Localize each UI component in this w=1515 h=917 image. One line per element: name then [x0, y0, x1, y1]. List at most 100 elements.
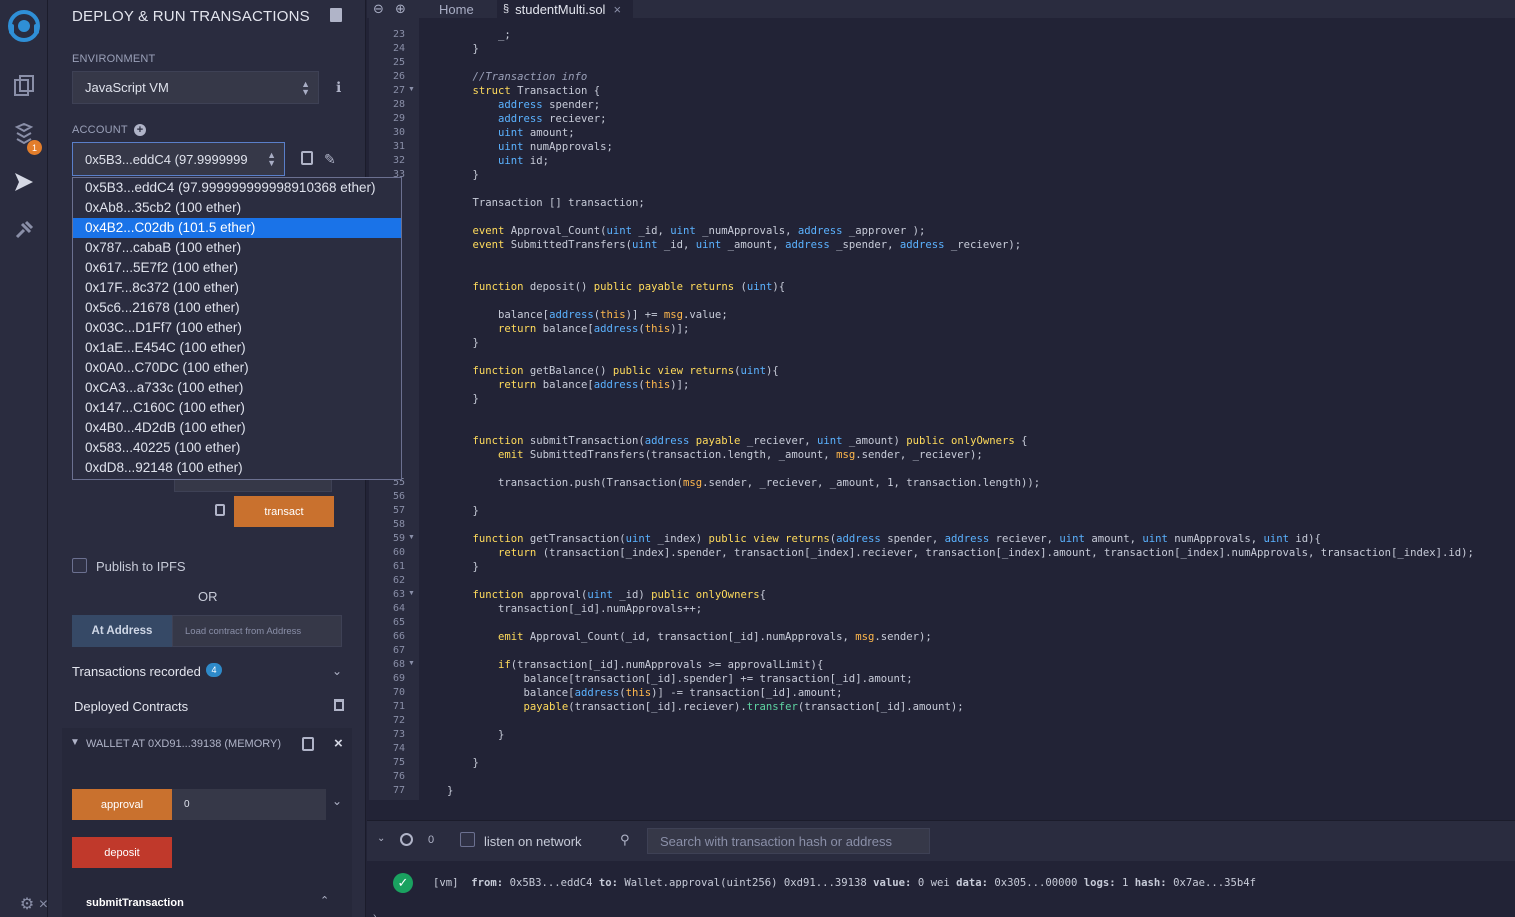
search-tx-input[interactable]: Search with transaction hash or address: [647, 828, 930, 854]
log-data-label: data:: [956, 877, 989, 889]
account-option[interactable]: 0x5c6...21678 (100 ether): [73, 298, 401, 318]
code-line: function deposit() public payable return…: [472, 281, 786, 293]
close-tab-icon[interactable]: ×: [613, 2, 621, 17]
line-number: 73: [392, 729, 405, 740]
line-number: 58: [392, 519, 405, 530]
file-tab-label: studentMulti.sol: [515, 1, 606, 17]
value-input[interactable]: [174, 480, 332, 492]
account-option[interactable]: 0x787...cabaB (100 ether): [73, 238, 401, 258]
log-hash: 0x7ae...35b4f: [1173, 877, 1256, 889]
account-option[interactable]: 0x1aE...E454C (100 ether): [73, 338, 401, 358]
trash-icon[interactable]: [334, 699, 344, 711]
code-line: balance[transaction[_id].spender] += tra…: [447, 673, 913, 685]
account-option[interactable]: 0x03C...D1Ff7 (100 ether): [73, 318, 401, 338]
environment-select[interactable]: JavaScript VM ▲ ▼: [72, 71, 319, 104]
instance-title[interactable]: WALLET AT 0XD91...39138 (MEMORY): [86, 738, 281, 750]
account-option[interactable]: 0xAb8...35cb2 (100 ether): [73, 198, 401, 218]
chevron-down-icon[interactable]: ⌄: [332, 664, 342, 678]
copy-instance-address-icon[interactable]: [302, 737, 314, 751]
line-number: 57: [392, 505, 405, 516]
at-address-input[interactable]: Load contract from Address: [172, 615, 342, 647]
file-explorer-icon[interactable]: [10, 72, 38, 100]
account-dropdown-list: 0x5B3...eddC4 (97.999999999998910368 eth…: [72, 177, 402, 480]
plugin-manager-icon[interactable]: [10, 216, 38, 244]
line-number: 74: [392, 743, 405, 754]
line-number: 65: [392, 617, 405, 628]
tab-studentmulti[interactable]: § studentMulti.sol ×: [497, 0, 633, 18]
account-option[interactable]: 0x583...40225 (100 ether): [73, 438, 401, 458]
code-line: function approval(uint _id) public onlyO…: [472, 589, 766, 601]
icon-rail: 1 ⚙ ×: [0, 0, 48, 917]
code-line: }: [447, 505, 479, 517]
at-address-button[interactable]: At Address: [72, 615, 172, 647]
log-logs: 1: [1122, 877, 1129, 889]
code-line: }: [447, 785, 454, 797]
copy-address-icon[interactable]: [301, 151, 313, 165]
copy-calldata-icon[interactable]: [215, 504, 225, 516]
line-number: 68: [392, 659, 405, 670]
tab-home[interactable]: Home: [417, 0, 497, 18]
panel-title: DEPLOY & RUN TRANSACTIONS: [72, 8, 310, 25]
line-number: 76: [392, 771, 405, 782]
transactions-recorded-label[interactable]: Transactions recorded: [72, 664, 201, 679]
account-option[interactable]: 0x5B3...eddC4 (97.999999999998910368 eth…: [73, 178, 401, 198]
code-line: function submitTransaction(address payab…: [472, 435, 1028, 447]
deposit-button[interactable]: deposit: [72, 837, 172, 868]
remix-logo-icon[interactable]: [4, 6, 44, 46]
fold-icon[interactable]: ▼: [408, 660, 415, 667]
account-select[interactable]: 0x5B3...eddC4 (97.9999999 ▲ ▼: [72, 142, 285, 176]
line-number: 75: [392, 757, 405, 768]
account-option[interactable]: 0x4B0...4D2dB (100 ether): [73, 418, 401, 438]
code-line: Transaction [] transaction;: [447, 197, 645, 209]
home-label: Home: [439, 1, 474, 17]
clear-console-icon[interactable]: [400, 833, 413, 846]
editor-area: ⊖ ⊕ Home § studentMulti.sol × 23 24 25 26 27…: [367, 0, 1515, 917]
code-line: }: [447, 729, 505, 741]
docs-book-icon[interactable]: [330, 8, 342, 22]
line-number: 60: [392, 547, 405, 558]
transact-button[interactable]: transact: [234, 496, 334, 527]
chevron-up-icon[interactable]: ⌃: [320, 894, 329, 907]
info-icon[interactable]: ℹ: [336, 79, 341, 96]
approval-input[interactable]: 0: [172, 789, 326, 820]
line-number: 28: [392, 99, 405, 110]
expand-args-icon[interactable]: ⌄: [332, 794, 342, 808]
code-line: balance[address(this)] += msg.value;: [447, 309, 728, 321]
fold-icon[interactable]: ▼: [408, 534, 415, 541]
log-from-label: from:: [471, 877, 504, 889]
line-number: 61: [392, 561, 405, 572]
account-option[interactable]: 0x147...C160C (100 ether): [73, 398, 401, 418]
code-line: struct Transaction {: [472, 85, 601, 97]
tx-log-line[interactable]: [vm] from: 0x5B3...eddC4 to: Wallet.appr…: [433, 877, 1256, 889]
account-option[interactable]: 0x17F...8c372 (100 ether): [73, 278, 401, 298]
code-line: event Approval_Count(uint _id, uint _num…: [472, 225, 926, 237]
log-to-label: to:: [598, 877, 619, 889]
account-option[interactable]: 0xdD8...92148 (100 ether): [73, 458, 401, 478]
code-line: transaction.push(Transaction(msg.sender,…: [447, 477, 1041, 489]
line-number: 27: [392, 85, 405, 96]
code-line: return balance[address(this)];: [498, 323, 690, 335]
account-option[interactable]: 0xCA3...a733c (100 ether): [73, 378, 401, 398]
deploy-run-icon[interactable]: [10, 168, 38, 196]
line-number: 59: [392, 533, 405, 544]
collapse-terminal-icon[interactable]: ⌄: [377, 833, 385, 844]
account-option[interactable]: 0x4B2...C02db (101.5 ether): [73, 218, 401, 238]
log-data: 0x305...00000: [994, 877, 1078, 889]
close-instance-icon[interactable]: ×: [334, 735, 343, 752]
code-line: }: [447, 393, 479, 405]
log-logs-label: logs:: [1083, 877, 1116, 889]
account-option[interactable]: 0x617...5E7f2 (100 ether): [73, 258, 401, 278]
fold-icon[interactable]: ▼: [408, 86, 415, 93]
line-number: 56: [392, 491, 405, 502]
sign-message-icon[interactable]: ✎: [324, 151, 336, 168]
publish-ipfs-checkbox[interactable]: [72, 558, 87, 573]
add-account-icon[interactable]: +: [134, 124, 146, 136]
listen-network-checkbox[interactable]: [460, 832, 475, 847]
submit-transaction-label: submitTransaction: [86, 897, 184, 909]
account-option[interactable]: 0x0A0...C70DC (100 ether): [73, 358, 401, 378]
fold-icon[interactable]: ▼: [408, 590, 415, 597]
terminal: ⌄ 0 listen on network ⚲ Search with tran…: [367, 820, 1515, 917]
collapse-icon[interactable]: ▼: [70, 737, 80, 748]
code-line: //Transaction info: [447, 71, 588, 83]
approval-button[interactable]: approval: [72, 789, 172, 820]
